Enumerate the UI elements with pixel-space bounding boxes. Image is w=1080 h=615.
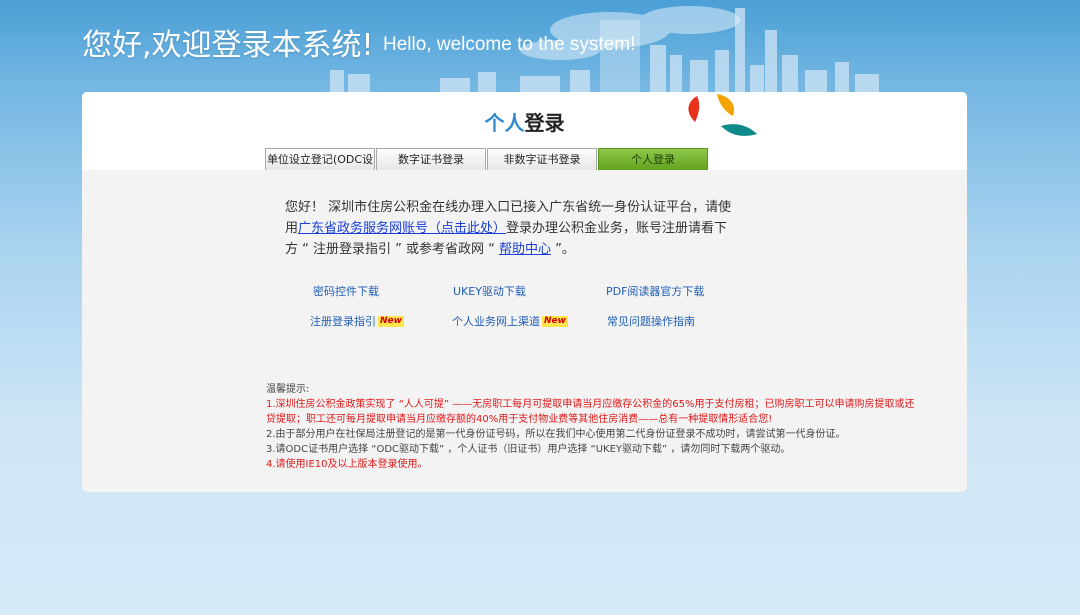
rainbow-petals-logo-icon xyxy=(688,94,757,136)
register-guide-label: 注册登录指引 xyxy=(310,315,376,328)
new-badge: New xyxy=(378,316,404,327)
login-tabs: 单位设立登记(ODC设 数字证书登录 非数字证书登录 个人登录 xyxy=(265,148,709,170)
tip-line-3: 3.请ODC证书用户选择 “ODC驱动下载” ，个人证书（旧证书）用户选择 “U… xyxy=(266,444,791,455)
tab-non-digital-certificate[interactable]: 非数字证书登录 xyxy=(487,148,597,170)
online-channel-label: 个人业务网上渠道 xyxy=(452,315,540,328)
gd-gov-account-link[interactable]: 广东省政务服务网账号（点击此处） xyxy=(298,221,506,236)
tips-heading: 温馨提示: xyxy=(266,384,310,395)
register-guide-link[interactable]: 注册登录指引 New xyxy=(310,313,404,329)
faq-guide-link[interactable]: 常见问题操作指南 xyxy=(607,313,695,329)
password-control-download-link[interactable]: 密码控件下载 xyxy=(313,283,379,299)
new-badge: New xyxy=(542,316,568,327)
tab-unit-registration[interactable]: 单位设立登记(ODC设 xyxy=(265,148,375,170)
tip-line-1: 1.深圳住房公积金政策实现了 “人人可提” ——无房职工每月可提取申请当月应缴存… xyxy=(266,399,915,425)
tab-digital-certificate[interactable]: 数字证书登录 xyxy=(376,148,486,170)
page-title-rest: 登录 xyxy=(524,111,565,135)
tip-line-2: 2.由于部分用户在社保局注册登记的是第一代身份证号码，所以在我们中心使用第二代身… xyxy=(266,429,846,440)
page-title-highlight: 个人 xyxy=(484,111,525,135)
help-center-link[interactable]: 帮助中心 xyxy=(499,242,551,257)
intro-text: 您好！ 深圳市住房公积金在线办理入口已接入广东省统一身份认证平台，请使用广东省政… xyxy=(285,197,735,260)
online-channel-link[interactable]: 个人业务网上渠道 New xyxy=(452,313,568,329)
pdf-reader-download-link[interactable]: PDF阅读器官方下载 xyxy=(606,283,704,299)
welcome-title-en: Hello, welcome to the system! xyxy=(383,34,636,55)
login-panel: 个人登录 单位设立登记(ODC设 数字证书登录 非数字证书登录 个人登录 您好！… xyxy=(82,92,967,492)
page-title: 个人登录 xyxy=(82,107,967,136)
tip-line-4: 4.请使用IE10及以上版本登录使用。 xyxy=(266,459,428,470)
tab-personal-login[interactable]: 个人登录 xyxy=(598,148,708,170)
welcome-title-cn: 您好,欢迎登录本系统! xyxy=(82,28,374,63)
tips-section: 温馨提示: 1.深圳住房公积金政策实现了 “人人可提” ——无房职工每月可提取申… xyxy=(266,382,916,472)
ukey-driver-download-link[interactable]: UKEY驱动下载 xyxy=(453,283,526,299)
intro-part-3: ”。 xyxy=(551,242,575,257)
